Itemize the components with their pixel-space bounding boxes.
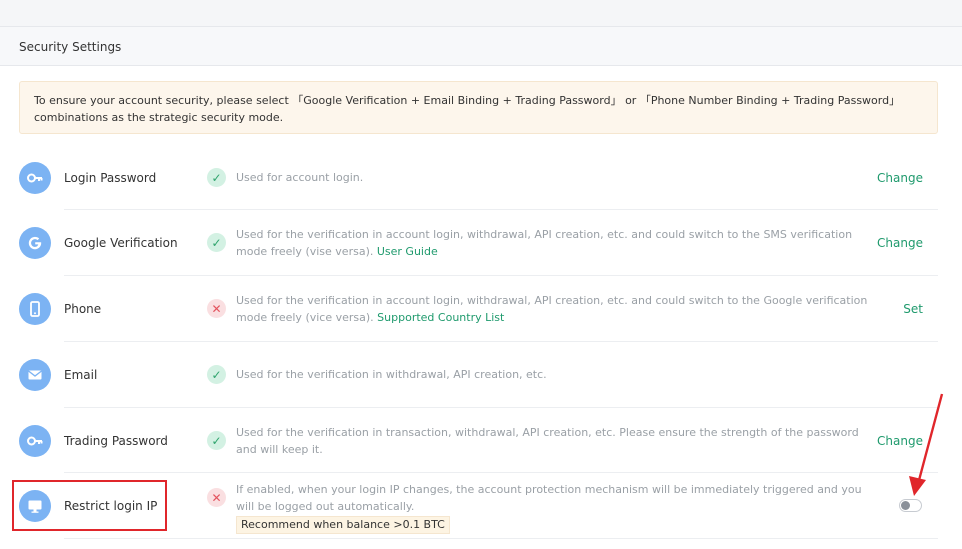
row-label: Login Password [64,171,157,185]
row-description: Used for the verification in account log… [236,226,876,260]
check-icon: ✓ [207,365,226,384]
row-description-text: If enabled, when your login IP changes, … [236,483,862,513]
row-label: Email [64,368,98,382]
row-description-text: Used for the verification in account log… [236,228,853,258]
security-row-login-password: Login Password ✓ Used for account login.… [19,145,938,210]
security-row-trading-password: Trading Password ✓ Used for the verifica… [19,408,938,473]
row-label: Phone [64,302,102,316]
row-description: Used for the verification in account log… [236,292,876,326]
annotation-highlight-box [12,480,167,531]
top-strip [0,0,962,27]
page-title: Security Settings [19,40,122,54]
row-description: Used for the verification in withdrawal,… [236,366,876,383]
row-description-text: Used for the verification in withdrawal,… [236,368,547,381]
check-icon: ✓ [207,233,226,252]
balance-recommendation-badge: Recommend when balance >0.1 BTC [236,516,450,534]
security-row-email: Email ✓ Used for the verification in wit… [19,342,938,408]
set-phone-button[interactable]: Set [903,302,923,316]
row-description: Used for account login. [236,169,876,186]
row-description-text: Used for the verification in account log… [236,294,868,324]
row-description: If enabled, when your login IP changes, … [236,481,876,534]
cross-icon: ✕ [207,299,226,318]
check-icon: ✓ [207,431,226,450]
row-description: Used for the verification in transaction… [236,424,876,458]
annotation-arrow-icon [909,393,944,496]
row-description-text: Used for the verification in transaction… [236,426,859,456]
section-header: Security Settings [0,27,962,66]
toggle-knob [901,501,910,510]
row-description-text: Used for account login. [236,171,364,184]
user-guide-link[interactable]: User Guide [377,245,438,258]
cross-icon: ✕ [207,488,226,507]
key-icon [19,425,51,457]
row-label: Trading Password [64,434,168,448]
check-icon: ✓ [207,168,226,187]
row-label: Google Verification [64,236,178,250]
change-google-verification-button[interactable]: Change [877,236,923,250]
security-notice: To ensure your account security, please … [19,81,938,134]
security-row-google-verification: Google Verification ✓ Used for the verif… [19,210,938,276]
google-icon [19,227,51,259]
phone-icon [19,293,51,325]
row-divider [64,538,938,539]
security-row-phone: Phone ✕ Used for the verification in acc… [19,276,938,342]
change-login-password-button[interactable]: Change [877,171,923,185]
mail-icon [19,359,51,391]
key-icon [19,162,51,194]
supported-country-list-link[interactable]: Supported Country List [377,311,504,324]
